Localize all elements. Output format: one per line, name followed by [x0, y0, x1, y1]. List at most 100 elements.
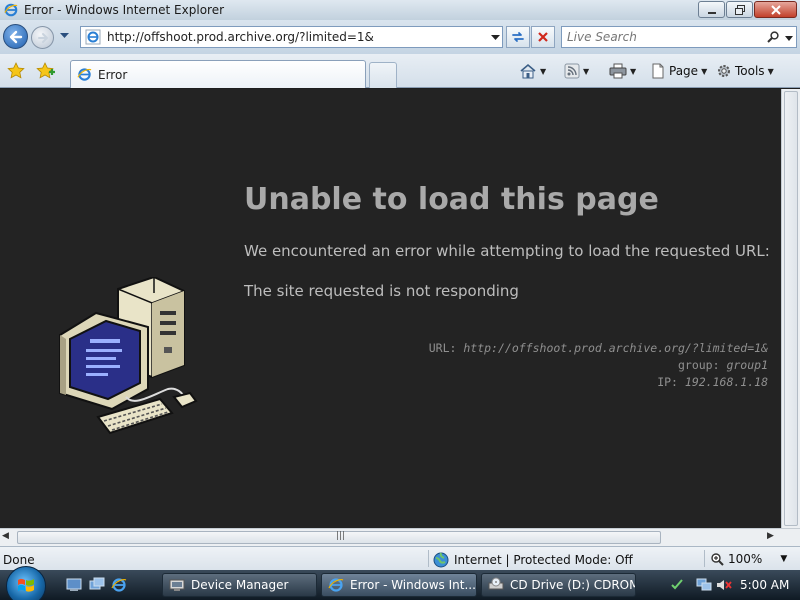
- zoom-control[interactable]: 100% ▼: [710, 552, 787, 566]
- tools-dropdown-icon: ▼: [767, 66, 774, 76]
- address-toolbar: http://offshoot.prod.archive.org/?limite…: [0, 20, 800, 54]
- taskbar-item-label: CD Drive (D:) CDROM: [510, 578, 636, 592]
- zoom-level: 100%: [728, 552, 763, 566]
- page-menu-label: Page: [669, 64, 699, 78]
- windows-logo-icon: [18, 578, 34, 592]
- taskbar: Device Manager Error - Windows Int... CD…: [0, 566, 800, 600]
- home-icon: [520, 63, 536, 79]
- tools-menu-label: Tools: [735, 64, 765, 78]
- print-dropdown-icon[interactable]: ▼: [630, 67, 636, 76]
- stop-icon: [538, 32, 548, 42]
- page-dropdown-icon: ▼: [701, 66, 708, 76]
- gear-icon: [718, 65, 730, 77]
- address-url[interactable]: http://offshoot.prod.archive.org/?limite…: [107, 30, 488, 44]
- search-options-dropdown-icon[interactable]: [782, 30, 796, 44]
- address-bar[interactable]: http://offshoot.prod.archive.org/?limite…: [80, 26, 503, 48]
- ie-page-icon: [85, 29, 101, 45]
- show-desktop-icon[interactable]: [66, 577, 82, 593]
- detail-group-row: group: group1: [340, 357, 768, 374]
- start-button[interactable]: [6, 566, 46, 600]
- scroll-grip-icon: |||: [336, 531, 346, 541]
- ie-page-icon: [77, 68, 92, 81]
- print-button[interactable]: ▼: [609, 61, 636, 81]
- error-reason: The site requested is not responding: [244, 282, 519, 300]
- rss-feed-icon: [564, 63, 580, 79]
- tools-menu-button[interactable]: Tools ▼: [716, 61, 774, 81]
- status-divider: [704, 550, 705, 567]
- taskbar-item-internet-explorer[interactable]: Error - Windows Int...: [321, 573, 477, 597]
- detail-url-value: http://offshoot.prod.archive.org/?limite…: [463, 341, 768, 355]
- detail-ip-label: IP:: [657, 375, 678, 389]
- clock[interactable]: 5:00 AM: [740, 578, 789, 592]
- tab-error[interactable]: Error: [70, 60, 366, 88]
- home-dropdown-icon[interactable]: ▼: [540, 67, 546, 76]
- internet-explorer-icon[interactable]: [111, 577, 127, 593]
- title-bar: Error - Windows Internet Explorer: [0, 0, 800, 20]
- close-icon: [770, 4, 781, 15]
- arrow-right-icon: [37, 32, 48, 43]
- taskbar-item-cd-drive[interactable]: CD Drive (D:) CDROM: [481, 573, 636, 597]
- stop-button[interactable]: [531, 26, 555, 48]
- tab-label: Error: [98, 67, 128, 82]
- search-placeholder[interactable]: Live Search: [562, 30, 764, 44]
- taskbar-item-label: Error - Windows Int...: [350, 578, 476, 592]
- status-text: Done: [3, 553, 35, 567]
- device-manager-icon: [169, 579, 185, 591]
- favorites-center-icon[interactable]: [7, 62, 25, 80]
- error-details: URL: http://offshoot.prod.archive.org/?l…: [340, 340, 768, 391]
- forward-button[interactable]: [31, 26, 54, 49]
- detail-url-row: URL: http://offshoot.prod.archive.org/?l…: [340, 340, 768, 357]
- scroll-right-icon[interactable]: ▶: [767, 531, 774, 541]
- detail-ip-row: IP: 192.168.1.18: [340, 374, 768, 391]
- address-dropdown-icon[interactable]: [488, 30, 502, 44]
- minimize-button[interactable]: [698, 1, 725, 18]
- search-box[interactable]: Live Search: [561, 26, 797, 48]
- refresh-icon: [512, 32, 524, 42]
- safely-remove-hardware-icon[interactable]: [670, 578, 684, 592]
- volume-muted-icon[interactable]: [716, 578, 732, 592]
- switch-windows-icon[interactable]: [89, 577, 105, 593]
- add-favorites-icon[interactable]: [36, 62, 56, 80]
- error-message: We encountered an error while attempting…: [244, 242, 770, 260]
- page-icon: [652, 63, 664, 79]
- recent-pages-dropdown-icon[interactable]: [60, 33, 69, 39]
- detail-group-label: group:: [677, 358, 720, 372]
- scroll-left-icon[interactable]: ◀: [2, 531, 9, 541]
- arrow-left-icon: [9, 30, 22, 43]
- security-zone-label: Internet | Protected Mode: Off: [454, 553, 633, 567]
- internet-explorer-icon: [4, 3, 18, 17]
- printer-icon: [609, 63, 627, 79]
- zoom-dropdown-icon[interactable]: ▼: [780, 554, 787, 564]
- status-bar: Done Internet | Protected Mode: Off 100%…: [0, 546, 800, 570]
- detail-ip-value: 192.168.1.18: [684, 375, 768, 389]
- window-title: Error - Windows Internet Explorer: [24, 3, 225, 17]
- search-icon[interactable]: [764, 31, 782, 43]
- restore-icon: [734, 4, 745, 15]
- internet-explorer-icon: [328, 578, 344, 592]
- feeds-dropdown-icon[interactable]: ▼: [583, 67, 589, 76]
- network-icon[interactable]: [696, 578, 712, 592]
- vertical-scroll-thumb[interactable]: [784, 91, 798, 526]
- security-zone[interactable]: Internet | Protected Mode: Off: [433, 552, 633, 568]
- minimize-icon: [707, 11, 716, 14]
- tab-toolbar: Error ▼ ▼ ▼ Page ▼ Tools ▼: [0, 54, 800, 88]
- page-content: Unable to load this page We encountered …: [0, 89, 781, 528]
- status-divider: [428, 550, 429, 567]
- page-menu-button[interactable]: Page ▼: [650, 61, 707, 81]
- back-button[interactable]: [3, 24, 28, 49]
- detail-url-label: URL:: [428, 341, 457, 355]
- taskbar-item-device-manager[interactable]: Device Manager: [162, 573, 317, 597]
- close-button[interactable]: [754, 1, 797, 18]
- refresh-button[interactable]: [506, 26, 530, 48]
- taskbar-item-label: Device Manager: [191, 578, 289, 592]
- cd-drive-icon: [488, 577, 504, 590]
- globe-icon: [433, 552, 449, 568]
- maximize-button[interactable]: [726, 1, 753, 18]
- feeds-button[interactable]: ▼: [564, 61, 589, 81]
- horizontal-scrollbar[interactable]: ◀ ||| ▶: [0, 528, 800, 546]
- error-title: Unable to load this page: [244, 182, 659, 217]
- new-tab-button[interactable]: [369, 62, 397, 88]
- vertical-scrollbar[interactable]: [781, 89, 800, 528]
- window-controls: [698, 1, 797, 18]
- home-button[interactable]: ▼: [519, 61, 546, 81]
